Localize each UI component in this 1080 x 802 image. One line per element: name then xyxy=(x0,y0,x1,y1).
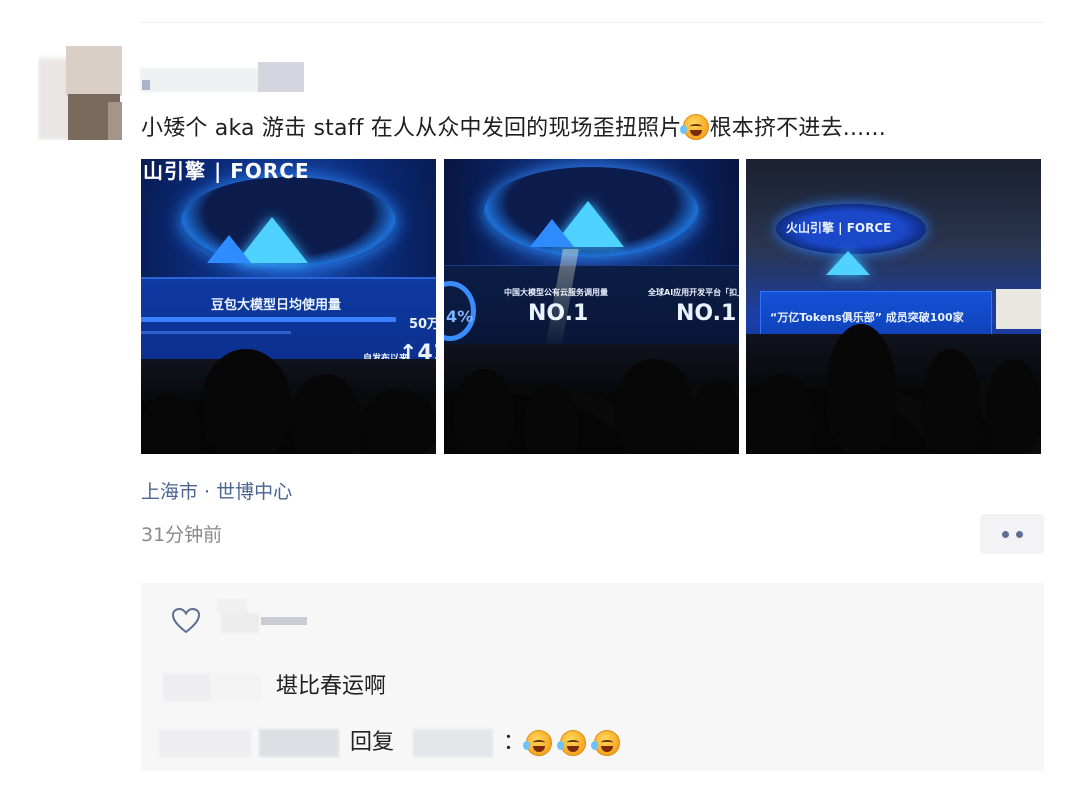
post-text: 小矮个 aka 游击 staff 在人从众中发回的现场歪扭照片 根本挤不进去...… xyxy=(141,110,886,148)
comment-row-1[interactable]: 堪比春运啊 xyxy=(141,669,1044,705)
dot-icon xyxy=(1015,530,1023,538)
comment-text: 堪比春运啊 xyxy=(276,674,387,699)
photo-left-pct: 4% xyxy=(446,307,474,326)
crying-laughing-emoji-icon xyxy=(557,730,586,756)
author-name-blurred[interactable] xyxy=(140,62,304,92)
photo-brand-text-3: 火山引擎 | FORCE xyxy=(786,221,892,235)
photo-thumbnail-3[interactable]: 火山引擎 | FORCE “万亿Tokens俱乐部” 成员突破100家 xyxy=(746,159,1041,454)
reply-separator: ： xyxy=(503,730,526,755)
avatar[interactable] xyxy=(38,46,122,140)
crying-laughing-emoji-icon xyxy=(523,730,552,756)
liker-name-blurred[interactable] xyxy=(217,599,307,633)
location-link[interactable]: 上海市 · 世博中心 xyxy=(141,479,292,505)
post-text-part-2: 根本挤不进去...... xyxy=(709,116,886,141)
commenter-name-blurred[interactable] xyxy=(159,729,251,757)
photo-thumbnail-2[interactable]: 4% 中国大模型公有云服务调用量 NO.1 全球AI应用开发平台「扣」 NO.1 xyxy=(444,159,739,454)
top-divider xyxy=(140,22,1044,23)
crying-laughing-emoji-icon xyxy=(591,730,620,756)
comment-row-2[interactable]: 回复 ： xyxy=(141,725,1044,761)
comments-panel: 堪比春运啊 回复 ： xyxy=(141,583,1044,771)
photo-screen-title-3: “万亿Tokens俱乐部” 成员突破100家 xyxy=(770,311,964,324)
post-timestamp: 31分钟前 xyxy=(141,524,223,546)
photo-thumbnail-1[interactable]: 山引擎 | FORCE 豆包大模型日均使用量 50万 自发布以来 ↑41 xyxy=(141,159,436,454)
commenter-name-blurred[interactable] xyxy=(163,673,211,701)
photo-col2-caption: 全球AI应用开发平台「扣」 xyxy=(648,288,739,297)
reply-target-name-blurred[interactable] xyxy=(413,729,493,757)
heart-outline-icon[interactable] xyxy=(171,606,201,636)
crying-laughing-emoji-icon xyxy=(679,114,709,140)
photo-brand-text: 山引擎 | FORCE xyxy=(143,159,310,183)
reply-label: 回复 xyxy=(350,730,395,755)
post-text-part-1: 小矮个 aka 游击 staff 在人从众中发回的现场歪扭照片 xyxy=(141,116,682,141)
more-actions-button[interactable] xyxy=(980,514,1044,554)
photo-col2-value: NO.1 xyxy=(676,301,737,326)
photo-stat-value: 50万 xyxy=(409,317,436,332)
dot-icon xyxy=(1001,530,1009,538)
photo-screen-title: 豆包大模型日均使用量 xyxy=(211,298,342,313)
